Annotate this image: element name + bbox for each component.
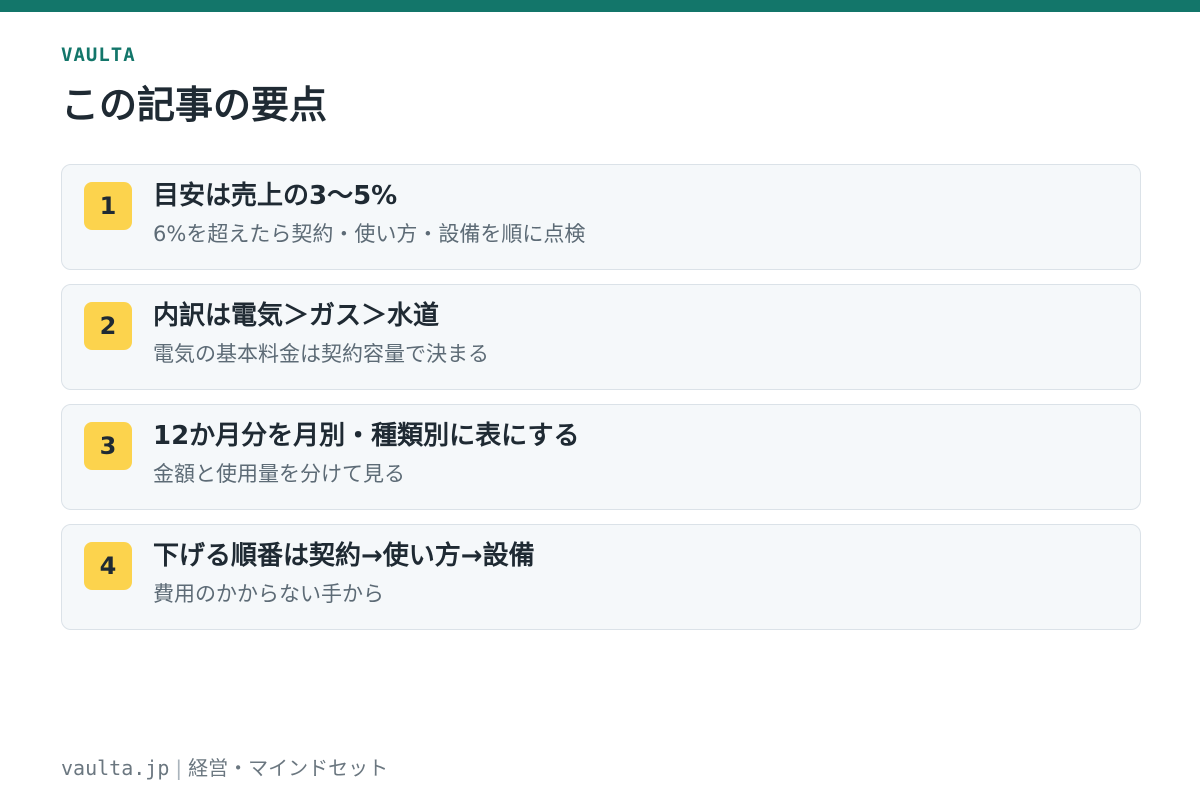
point-title: 目安は売上の3〜5% bbox=[153, 181, 398, 211]
point-number-badge: 2 bbox=[84, 302, 132, 350]
footer-separator: | bbox=[175, 756, 183, 780]
point-subtitle: 電気の基本料金は契約容量で決まる bbox=[153, 342, 489, 366]
key-point-card: 1 目安は売上の3〜5% 6%を超えたら契約・使い方・設備を順に点検 bbox=[61, 164, 1141, 270]
key-point-card: 4 下げる順番は契約→使い方→設備 費用のかからない手から bbox=[61, 524, 1141, 630]
point-title: 下げる順番は契約→使い方→設備 bbox=[153, 541, 535, 571]
point-subtitle: 6%を超えたら契約・使い方・設備を順に点検 bbox=[153, 222, 586, 246]
footer: vaulta.jp | 経営・マインドセット bbox=[61, 754, 388, 782]
key-point-card: 2 内訳は電気＞ガス＞水道 電気の基本料金は契約容量で決まる bbox=[61, 284, 1141, 390]
page-title: この記事の要点 bbox=[61, 83, 328, 127]
point-number-badge: 3 bbox=[84, 422, 132, 470]
point-title: 12か月分を月別・種類別に表にする bbox=[153, 421, 580, 451]
point-subtitle: 金額と使用量を分けて見る bbox=[153, 462, 405, 486]
brand-name: VAULTA bbox=[61, 44, 136, 66]
point-subtitle: 費用のかからない手から bbox=[153, 582, 384, 606]
footer-domain: vaulta.jp bbox=[61, 756, 170, 780]
point-number-badge: 4 bbox=[84, 542, 132, 590]
footer-category: 経営・マインドセット bbox=[188, 756, 389, 780]
point-title: 内訳は電気＞ガス＞水道 bbox=[153, 301, 440, 331]
top-accent-bar bbox=[0, 0, 1200, 12]
point-number-badge: 1 bbox=[84, 182, 132, 230]
key-points-list: 1 目安は売上の3〜5% 6%を超えたら契約・使い方・設備を順に点検 2 内訳は… bbox=[61, 164, 1141, 644]
key-point-card: 3 12か月分を月別・種類別に表にする 金額と使用量を分けて見る bbox=[61, 404, 1141, 510]
